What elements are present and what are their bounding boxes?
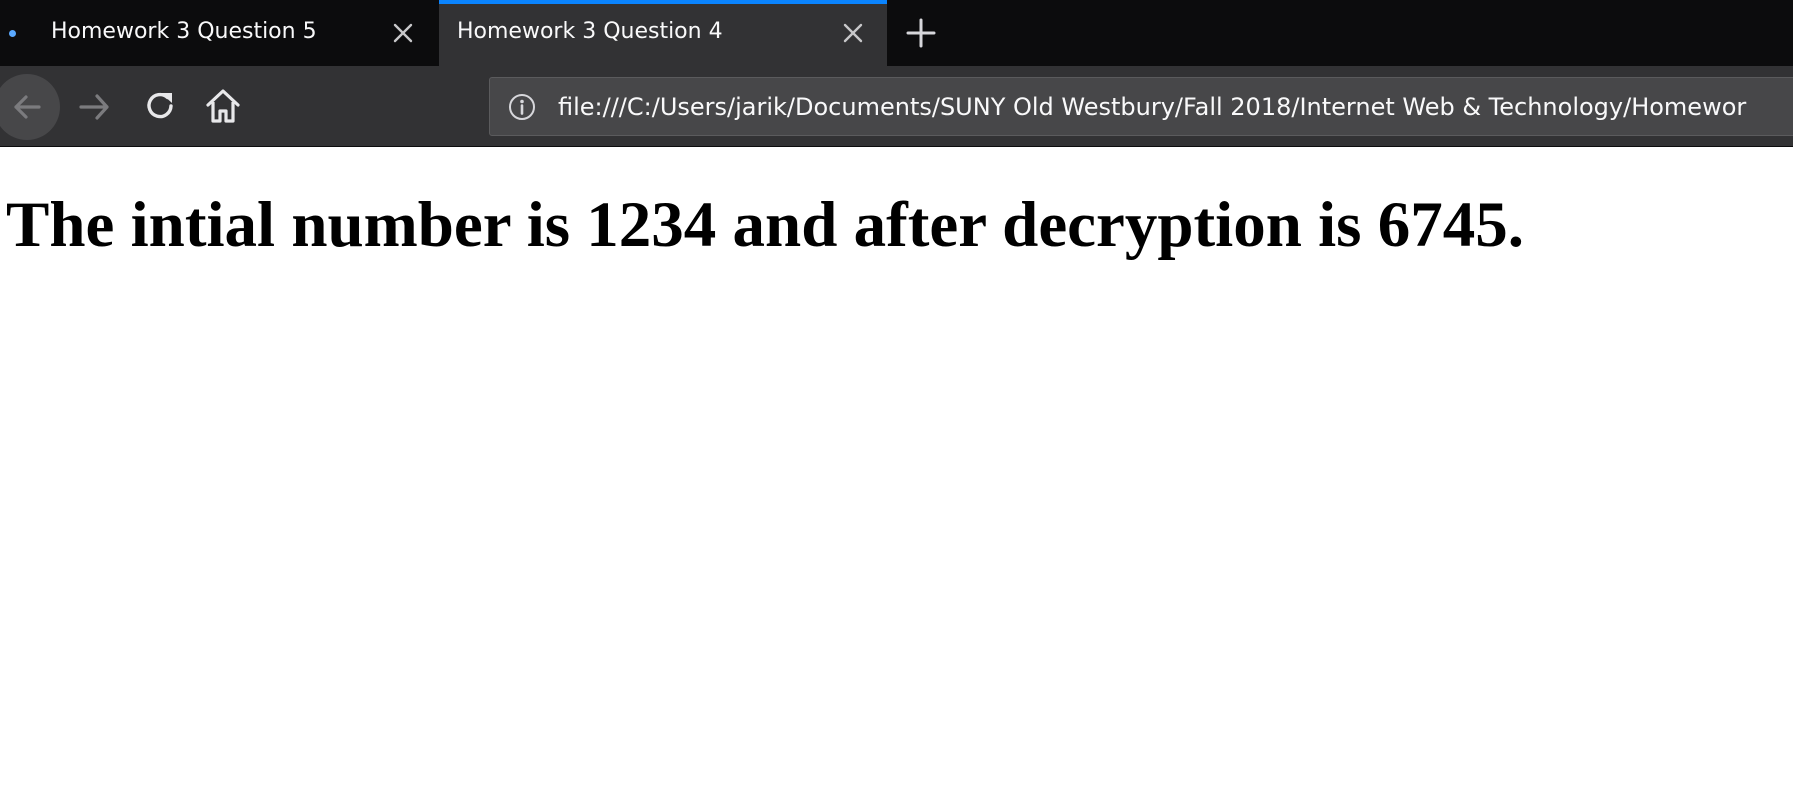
tab-title: Homework 3 Question 4 <box>457 19 723 44</box>
address-bar[interactable]: file:///C:/Users/jarik/Documents/SUNY Ol… <box>489 77 1793 136</box>
navigation-toolbar: file:///C:/Users/jarik/Documents/SUNY Ol… <box>0 66 1793 147</box>
tab-title: Homework 3 Question 5 <box>51 19 317 44</box>
tab-homework-q4[interactable]: Homework 3 Question 4 <box>439 0 887 66</box>
reload-button[interactable] <box>142 88 178 124</box>
page-content: The intial number is 1234 and after decr… <box>0 148 1793 807</box>
arrow-left-icon <box>14 95 41 119</box>
tab-close-icon[interactable] <box>840 20 866 46</box>
tab-attention-dot-icon <box>9 30 16 37</box>
home-button[interactable] <box>204 87 242 125</box>
new-tab-plus-icon[interactable] <box>904 16 938 50</box>
tab-strip: Homework 3 Question 5 Homework 3 Questio… <box>0 0 1793 66</box>
back-button[interactable] <box>0 74 60 140</box>
reload-icon <box>147 92 173 119</box>
tab-close-icon[interactable] <box>390 20 416 46</box>
forward-button[interactable] <box>78 90 112 124</box>
home-icon <box>206 89 240 123</box>
page-heading: The intial number is 1234 and after decr… <box>6 189 1524 261</box>
tab-homework-q5[interactable]: Homework 3 Question 5 <box>0 0 439 66</box>
arrow-right-icon <box>79 94 109 120</box>
active-tab-indicator <box>439 0 887 4</box>
url-text[interactable]: file:///C:/Users/jarik/Documents/SUNY Ol… <box>558 93 1746 121</box>
info-icon[interactable] <box>508 93 536 121</box>
